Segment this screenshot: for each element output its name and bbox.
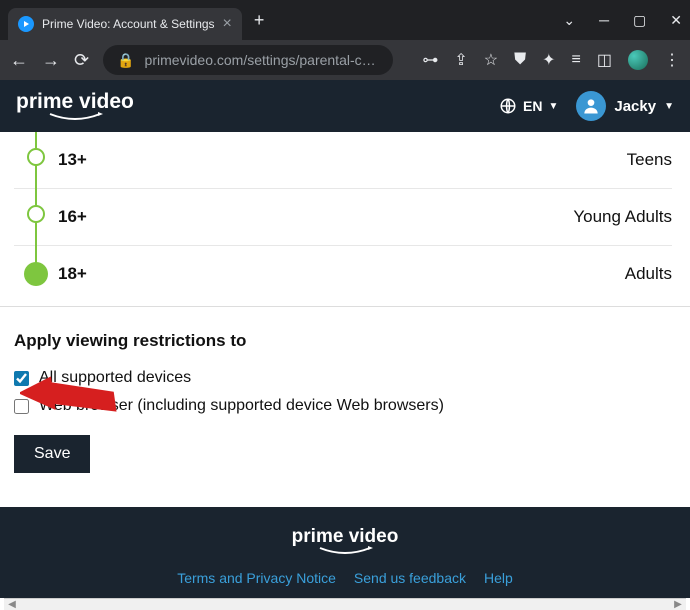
user-name: Jacky [614, 98, 656, 115]
checkbox-label: Web browser (including supported device … [39, 397, 444, 415]
minimize-icon[interactable]: ─ [599, 12, 609, 29]
extension-avatar-icon[interactable] [628, 50, 648, 70]
chrome-menu-icon[interactable]: ⋮ [664, 50, 680, 70]
prime-video-logo[interactable]: prime video [16, 91, 134, 122]
logo-text: prime video [16, 91, 134, 112]
bookmark-star-icon[interactable]: ☆ [484, 50, 498, 70]
avatar [576, 91, 606, 121]
logo-smile-icon [45, 112, 105, 122]
horizontal-scrollbar[interactable]: ◀ ▶ [4, 598, 686, 610]
key-icon[interactable]: ⊶ [422, 50, 438, 70]
age-rating-row[interactable]: 18+ Adults [14, 246, 672, 302]
url-text: primevideo.com/settings/parental-cont... [145, 52, 380, 68]
age-label: 18+ [58, 264, 87, 284]
age-description: Adults [625, 264, 672, 284]
age-label: 16+ [58, 207, 87, 227]
maximize-icon[interactable]: ▢ [633, 12, 646, 29]
site-footer: prime video Terms and Privacy Notice Sen… [0, 507, 690, 598]
checkbox-input[interactable] [14, 399, 29, 414]
forward-button[interactable]: → [42, 50, 60, 71]
site-header: prime video EN ▼ Jacky ▼ [0, 80, 690, 132]
language-label: EN [523, 98, 542, 114]
age-rating-row[interactable]: 13+ Teens [14, 132, 672, 189]
rating-marker-icon [27, 148, 45, 166]
restrictions-section: Apply viewing restrictions to All suppor… [0, 306, 690, 481]
reload-button[interactable]: ⟳ [74, 50, 89, 71]
footer-link-help[interactable]: Help [484, 570, 513, 586]
logo-smile-icon [315, 546, 375, 556]
footer-logo[interactable]: prime video [292, 527, 399, 556]
lock-icon: 🔒 [117, 52, 134, 69]
tab-close-icon[interactable]: × [223, 15, 232, 33]
extensions-icon[interactable]: ✦ [542, 50, 555, 70]
share-icon[interactable]: ⇪ [454, 50, 467, 70]
url-bar[interactable]: 🔒 primevideo.com/settings/parental-cont.… [103, 45, 393, 75]
save-button[interactable]: Save [14, 435, 90, 473]
browser-tab[interactable]: Prime Video: Account & Settings × [8, 8, 242, 40]
extension-icon-1[interactable]: ⛊ [514, 51, 526, 69]
rating-marker-icon [27, 205, 45, 223]
content-area: 13+ Teens 16+ Young Adults 18+ Adults Ap… [0, 132, 690, 598]
checkbox-input[interactable] [14, 371, 29, 386]
checkbox-label: All supported devices [39, 369, 191, 387]
checkbox-web-browser[interactable]: Web browser (including supported device … [14, 397, 672, 415]
chevron-down-icon: ▼ [664, 101, 674, 112]
close-window-icon[interactable]: ✕ [670, 12, 682, 29]
age-label: 13+ [58, 150, 87, 170]
tab-title: Prime Video: Account & Settings [42, 17, 215, 31]
age-description: Young Adults [573, 207, 672, 227]
age-description: Teens [627, 150, 672, 170]
dropdown-icon[interactable]: ⌄ [563, 12, 575, 29]
side-panel-icon[interactable]: ◫ [597, 50, 612, 70]
age-rating-list: 13+ Teens 16+ Young Adults 18+ Adults [0, 132, 690, 302]
scroll-left-icon[interactable]: ◀ [4, 599, 20, 610]
footer-logo-text: prime video [292, 527, 399, 546]
back-button[interactable]: ← [10, 50, 28, 71]
chevron-down-icon: ▼ [548, 101, 558, 112]
user-menu[interactable]: Jacky ▼ [576, 91, 674, 121]
new-tab-button[interactable]: + [254, 10, 265, 31]
reading-list-icon[interactable]: ≡ [572, 51, 581, 69]
footer-link-feedback[interactable]: Send us feedback [354, 570, 466, 586]
age-rating-row[interactable]: 16+ Young Adults [14, 189, 672, 246]
restrictions-heading: Apply viewing restrictions to [14, 331, 672, 351]
scroll-right-icon[interactable]: ▶ [670, 599, 686, 610]
globe-icon [499, 97, 517, 115]
rating-marker-selected-icon [24, 262, 48, 286]
footer-link-terms[interactable]: Terms and Privacy Notice [177, 570, 336, 586]
tab-favicon [18, 16, 34, 32]
language-selector[interactable]: EN ▼ [499, 97, 558, 115]
checkbox-all-devices[interactable]: All supported devices [14, 369, 672, 387]
